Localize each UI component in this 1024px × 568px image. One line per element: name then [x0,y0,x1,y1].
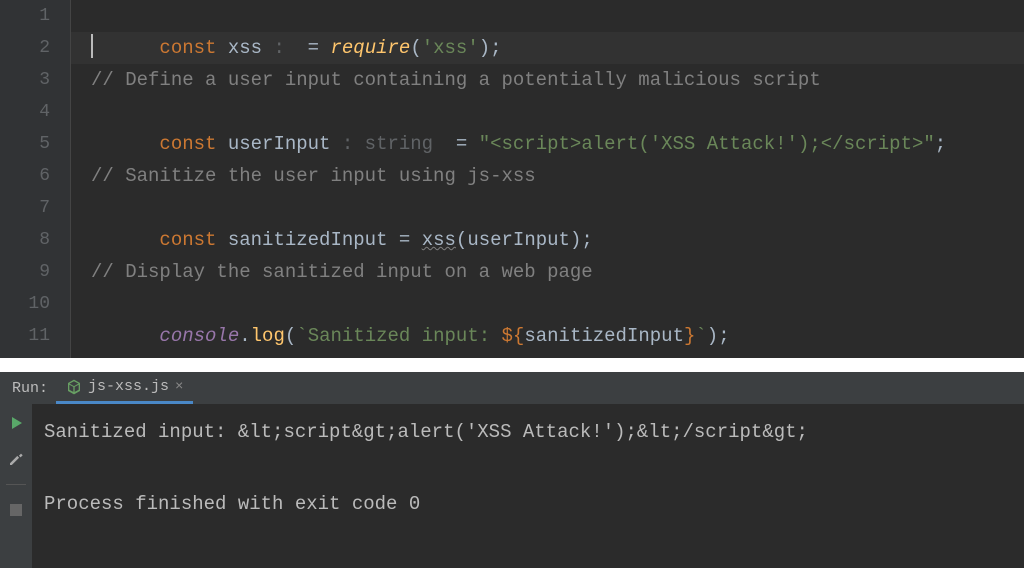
rerun-button[interactable] [5,412,27,434]
code-line: const userInput : string = "<script>aler… [91,96,1024,128]
code-line: // Define a user input containing a pote… [91,64,1024,96]
gutter-line: 2 [0,32,50,64]
gutter-line: 8 [0,224,50,256]
gutter-line: 1 [0,0,50,32]
gutter-line: 6 [0,160,50,192]
code-line: // Display the sanitized input on a web … [91,256,1024,288]
close-icon[interactable]: × [175,379,183,395]
settings-button[interactable] [5,448,27,470]
editor-pane: 1 2 3 4 5 6 7 8 9 10 11 const xss : = re… [0,0,1024,358]
code-line: const xss : = require('xss'); [91,0,1024,32]
run-tool-window: Run: js-xss.js × Sanitized input: &lt;sc… [0,372,1024,568]
output-line: Sanitized input: &lt;script&gt;alert('XS… [44,414,1012,450]
run-toolbar [0,404,32,568]
gutter-line: 7 [0,192,50,224]
gutter-line: 10 [0,288,50,320]
pane-separator[interactable] [0,358,1024,372]
gutter-line: 11 [0,320,50,352]
console-output[interactable]: Sanitized input: &lt;script&gt;alert('XS… [32,404,1024,568]
gutter-line: 4 [0,96,50,128]
line-number-gutter: 1 2 3 4 5 6 7 8 9 10 11 [0,0,70,358]
gutter-line: 3 [0,64,50,96]
output-line: Process finished with exit code 0 [44,486,1012,522]
nodejs-icon [66,379,82,395]
code-line: const sanitizedInput = xss(userInput); [91,192,1024,224]
toolbar-divider [6,484,26,485]
code-editor[interactable]: const xss : = require('xss'); // Define … [70,0,1024,358]
code-line: console.log(`Sanitized input: ${sanitize… [91,288,1024,320]
run-label: Run: [4,380,56,397]
run-header: Run: js-xss.js × [0,372,1024,404]
code-line: // Sanitize the user input using js-xss [91,160,1024,192]
gutter-line: 9 [0,256,50,288]
stop-button[interactable] [5,499,27,521]
text-caret [91,34,93,58]
gutter-line: 5 [0,128,50,160]
